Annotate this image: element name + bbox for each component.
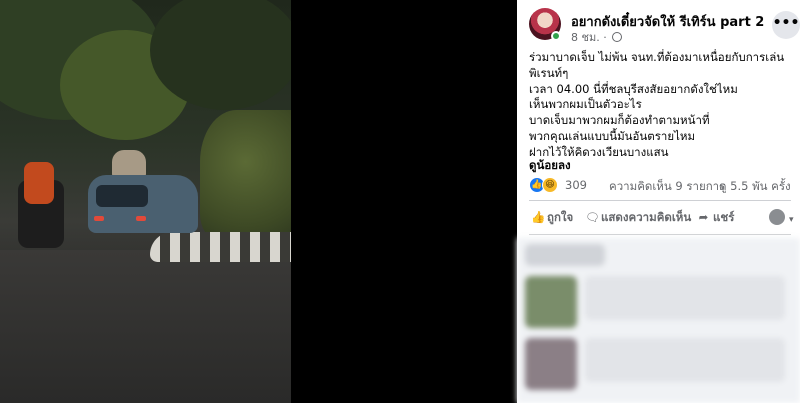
tail-light bbox=[94, 216, 104, 221]
divider bbox=[529, 200, 791, 201]
like-button[interactable]: 👍 ถูกใจ bbox=[531, 209, 573, 227]
more-options-button[interactable]: ••• bbox=[772, 11, 800, 39]
comment-label: แสดงความคิดเห็น bbox=[601, 210, 692, 224]
share-label: แชร์ bbox=[713, 210, 735, 224]
post-line: เวลา 04.00 นี่ที่ชลบุรีสงสัยอยากดังใช่ไห… bbox=[529, 81, 738, 96]
share-arrow-icon: ➦ bbox=[698, 210, 709, 224]
online-status-dot bbox=[551, 31, 561, 41]
road-surface bbox=[0, 250, 291, 403]
car-rear-window bbox=[96, 185, 148, 207]
chevron-down-icon: ▾ bbox=[789, 215, 794, 225]
comment-bubble-icon: 🗨 bbox=[585, 210, 600, 224]
post-stats: 👍 😆 309 ความคิดเห็น 9 รายการ ดู 5.5 พัน … bbox=[529, 176, 795, 196]
person-on-car-roof bbox=[112, 150, 146, 178]
blurred-block bbox=[585, 276, 785, 320]
globe-icon bbox=[612, 32, 623, 42]
haha-reaction-icon[interactable]: 😆 bbox=[542, 177, 558, 193]
tail-light bbox=[136, 216, 146, 221]
post-time[interactable]: 8 ชม. · bbox=[571, 31, 607, 44]
media-viewer[interactable] bbox=[0, 0, 517, 403]
see-less-link[interactable]: ดูน้อยลง bbox=[529, 157, 571, 175]
shrub-shape bbox=[200, 110, 291, 240]
blurred-block bbox=[525, 244, 605, 266]
car-shape bbox=[88, 175, 198, 233]
post-line: พวกคุณเล่นแบบนี้มันอันตรายไหม bbox=[529, 128, 696, 143]
post-line: บาดเจ็บมาพวกผมก็ต้องทำตามหน้าที่ bbox=[529, 113, 710, 128]
ellipsis-icon: ••• bbox=[772, 15, 800, 31]
post-line: ร่วมาบาดเจ็บ ไม่พ้น จนท.ที่ต้องมาเหนื่อย… bbox=[529, 50, 785, 64]
blurred-block bbox=[525, 276, 577, 328]
post-line: พิเรนท์ๆ bbox=[529, 65, 569, 80]
profile-mini-avatar bbox=[769, 209, 785, 225]
like-label: ถูกใจ bbox=[547, 210, 574, 224]
divider bbox=[529, 234, 791, 235]
thumbs-up-icon: 👍 bbox=[531, 210, 546, 224]
reaction-count[interactable]: 309 bbox=[565, 178, 587, 192]
action-bar: 👍 ถูกใจ 🗨แสดงความคิดเห็น ➦ แชร์ ▾ bbox=[529, 207, 795, 231]
post-text: ร่วมาบาดเจ็บ ไม่พ้น จนท.ที่ต้องมาเหนื่อย… bbox=[529, 50, 791, 161]
blurred-block bbox=[525, 338, 577, 390]
striped-curb bbox=[150, 232, 291, 262]
video-frame[interactable] bbox=[0, 0, 291, 403]
reaction-audience-selector[interactable]: ▾ bbox=[769, 209, 794, 225]
view-count: ดู 5.5 พัน ครั้ง bbox=[719, 179, 791, 193]
post-meta: 8 ชม. · bbox=[571, 28, 623, 46]
comment-count-link[interactable]: ความคิดเห็น 9 รายการ bbox=[609, 178, 725, 196]
rider-shape bbox=[24, 162, 54, 204]
post-header: อยากดังเดี๋ยวจัดให้ รีเทิร์น part 2 8 ชม… bbox=[529, 8, 800, 46]
post-line: เห็นพวกผมเป็นตัวอะไร bbox=[529, 97, 642, 112]
blurred-block bbox=[585, 338, 785, 382]
share-button[interactable]: ➦ แชร์ bbox=[697, 209, 735, 227]
blurred-comments-area bbox=[517, 238, 800, 403]
comment-button[interactable]: 🗨แสดงความคิดเห็น bbox=[585, 209, 691, 227]
